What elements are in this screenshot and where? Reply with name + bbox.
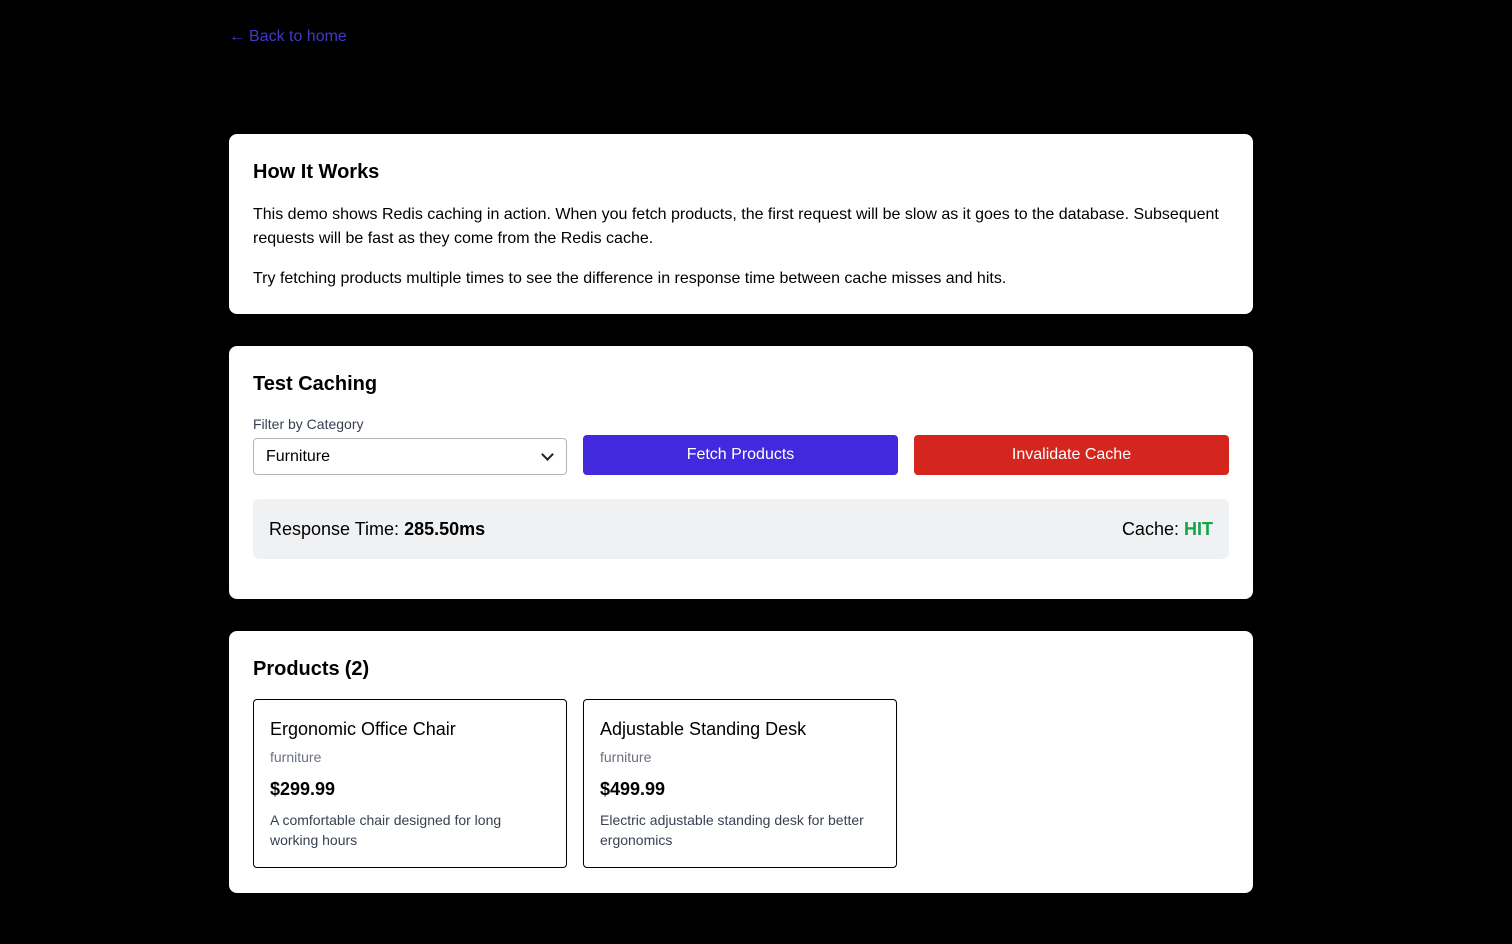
back-link-label: Back to home bbox=[249, 28, 347, 45]
category-select[interactable]: Furniture bbox=[253, 438, 567, 475]
arrow-left-icon: ← bbox=[229, 28, 245, 45]
product-category: furniture bbox=[270, 749, 322, 765]
product-price: $299.99 bbox=[270, 779, 336, 799]
cache-status: Cache: HIT bbox=[1122, 519, 1213, 540]
cache-label: Cache: bbox=[1121, 518, 1179, 539]
product-category: furniture bbox=[600, 749, 652, 765]
products-title: Products (2) bbox=[253, 655, 1229, 683]
response-result-panel: Response Time: 285.50ms Cache: HIT bbox=[253, 499, 1229, 559]
category-select-value: Furniture bbox=[266, 447, 331, 465]
product-card: Adjustable Standing Desk furniture $499.… bbox=[583, 699, 897, 868]
cache-status-badge: HIT bbox=[1184, 518, 1213, 539]
fetch-products-button[interactable]: Fetch Products bbox=[583, 435, 898, 475]
response-time: Response Time: 285.50ms bbox=[269, 519, 485, 540]
chevron-down-icon bbox=[541, 447, 554, 461]
products-title-label: Products bbox=[253, 658, 340, 680]
response-time-value: 285.50ms bbox=[404, 518, 486, 539]
invalidate-cache-button[interactable]: Invalidate Cache bbox=[914, 435, 1229, 475]
filter-category-label: Filter by Category bbox=[253, 416, 364, 432]
test-caching-title: Test Caching bbox=[253, 373, 378, 395]
product-card: Ergonomic Office Chair furniture $299.99… bbox=[253, 699, 567, 868]
test-caching-card: Test Caching Filter by Category Furnitur… bbox=[229, 346, 1253, 599]
product-price: $499.99 bbox=[600, 779, 666, 799]
products-card: Products (2) Ergonomic Office Chair furn… bbox=[229, 631, 1253, 893]
product-name: Ergonomic Office Chair bbox=[270, 719, 456, 739]
how-it-works-card: How It Works This demo shows Redis cachi… bbox=[229, 134, 1253, 314]
product-description: A comfortable chair designed for long wo… bbox=[270, 812, 502, 848]
how-it-works-paragraph-1: This demo shows Redis caching in action.… bbox=[253, 206, 1219, 247]
products-count: (2) bbox=[344, 658, 370, 680]
product-description: Electric adjustable standing desk for be… bbox=[600, 812, 864, 848]
product-name: Adjustable Standing Desk bbox=[600, 719, 807, 739]
back-to-home-link[interactable]: ← Back to home bbox=[229, 28, 347, 46]
how-it-works-paragraph-2: Try fetching products multiple times to … bbox=[253, 270, 1007, 287]
response-time-label: Response Time: bbox=[269, 518, 400, 539]
how-it-works-title: How It Works bbox=[253, 161, 380, 183]
